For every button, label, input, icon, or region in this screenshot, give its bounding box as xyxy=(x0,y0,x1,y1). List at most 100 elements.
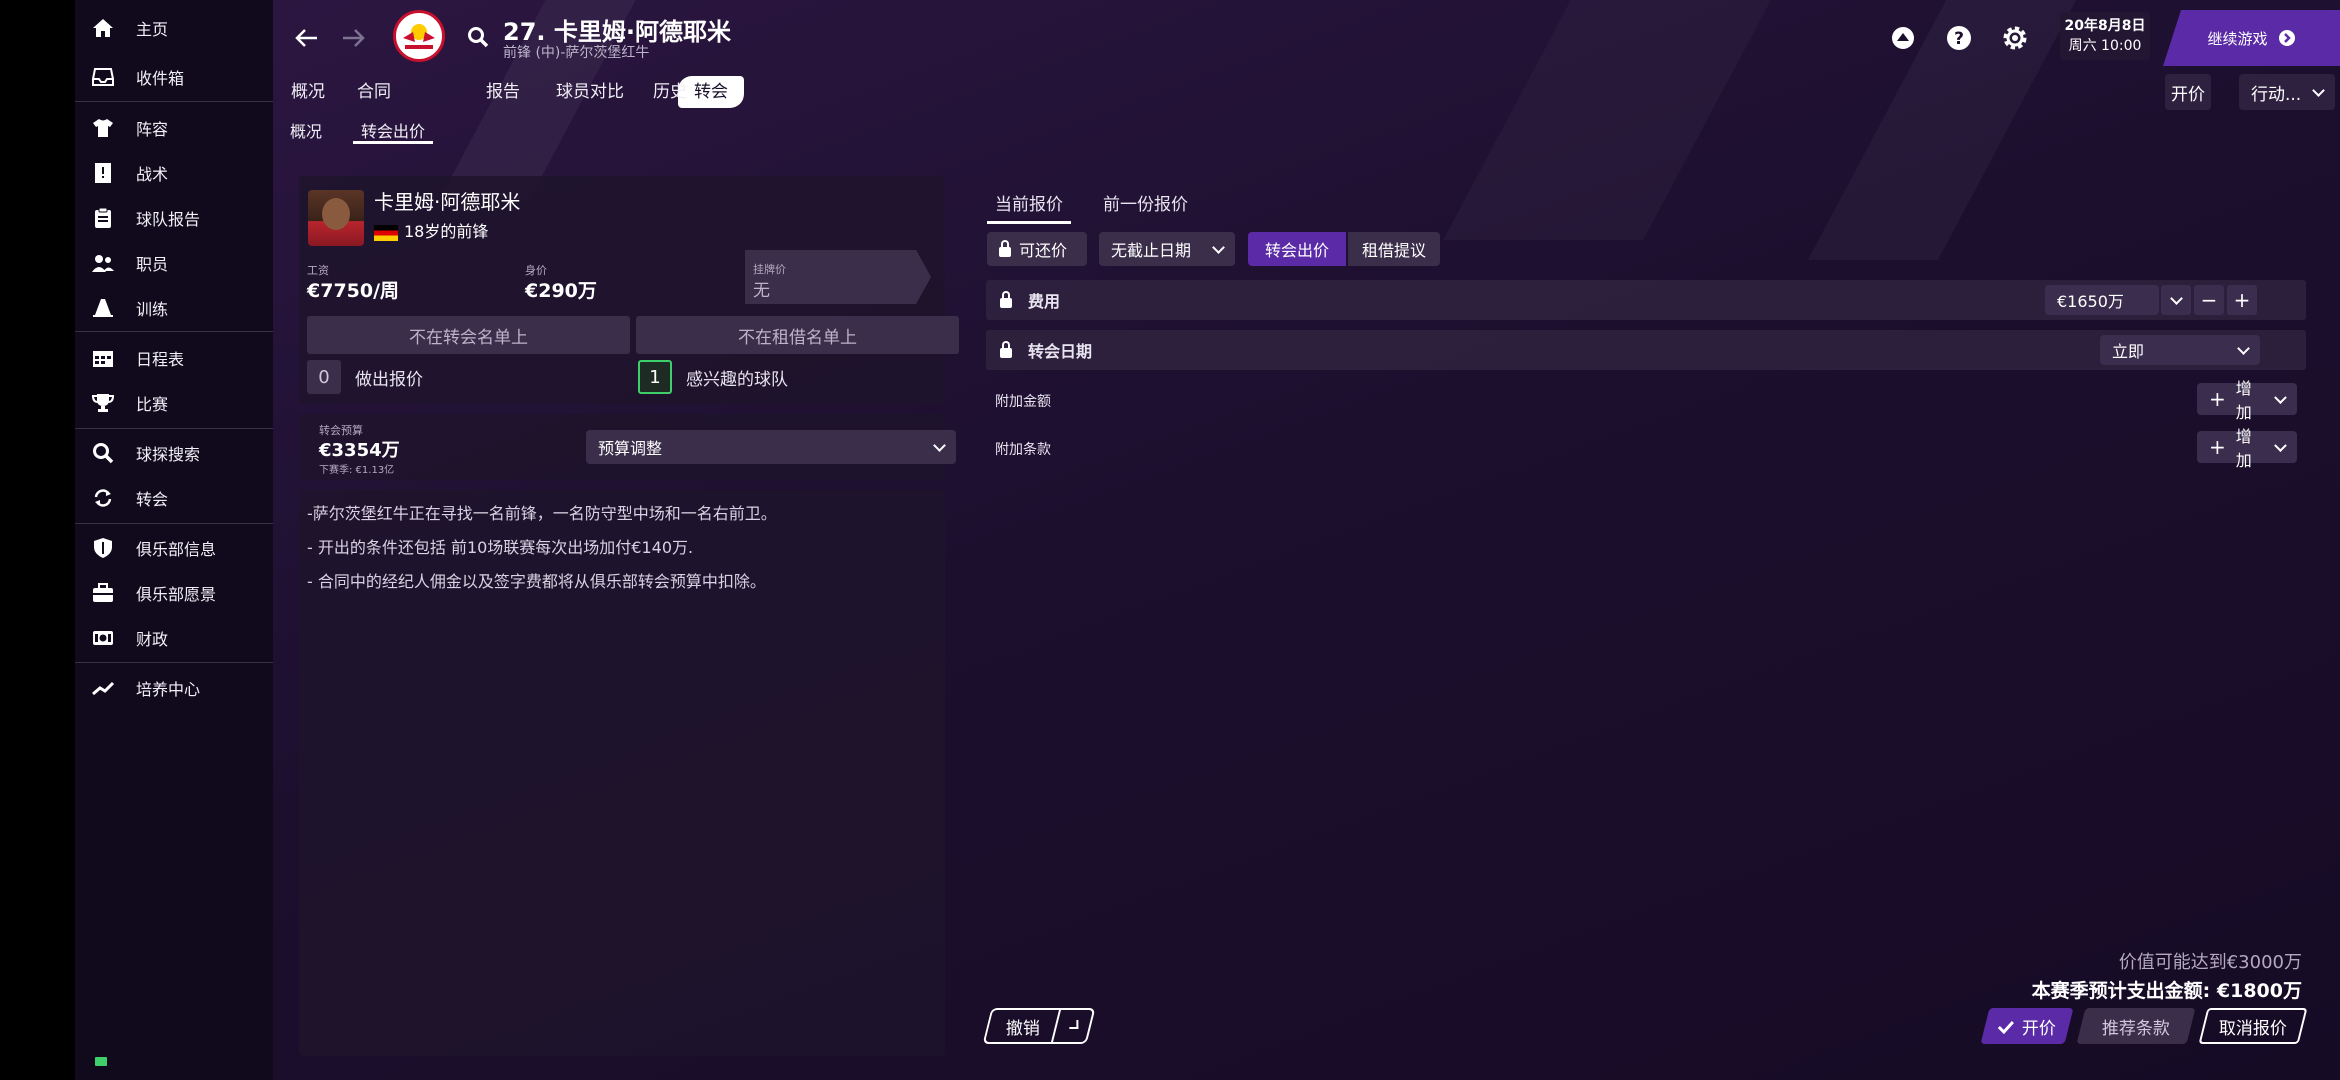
negotiable-label: 可还价 xyxy=(1019,241,1068,260)
fee-increase-button[interactable]: + xyxy=(2227,285,2257,315)
submit-offer-label: 开价 xyxy=(2022,1018,2056,1039)
decorative-stripe xyxy=(1443,0,1803,240)
chevron-down-icon xyxy=(1068,1019,1078,1029)
transfer-date-dropdown[interactable]: 立即 xyxy=(2100,335,2260,365)
tab-previous-offer[interactable]: 前一份报价 xyxy=(1095,190,1196,221)
subtab-transfer-offer[interactable]: 转会出价 xyxy=(353,118,434,144)
sidebar-label: 收件箱 xyxy=(136,69,185,88)
offer-type-transfer[interactable]: 转会出价 xyxy=(1248,232,1346,266)
main-area: 27. 卡里姆·阿德耶米 前锋 (中)-萨尔茨堡红牛 ? 20年8月8日 周六 … xyxy=(273,0,2340,1080)
add-clause-button-label: 增加 xyxy=(2235,427,2252,470)
fee-decrease-button[interactable]: − xyxy=(2194,285,2224,315)
tab-comparison[interactable]: 球员对比 xyxy=(556,76,624,108)
check-icon xyxy=(1998,1019,2014,1033)
tab-transfer[interactable]: 转会 xyxy=(678,76,744,108)
player-avatar[interactable] xyxy=(308,190,364,246)
subtab-overview[interactable]: 概况 xyxy=(290,118,322,144)
sidebar-divider xyxy=(75,428,273,429)
page-subtitle: 前锋 (中)-萨尔茨堡红牛 xyxy=(503,45,650,61)
tab-current-offer[interactable]: 当前报价 xyxy=(987,190,1071,224)
season-spend-text: 本赛季预计支出金额: €1800万 xyxy=(2031,980,2302,1002)
sidebar-item-club-vision[interactable]: 俱乐部愿景 xyxy=(75,571,273,615)
actions-label: 行动... xyxy=(2251,84,2302,105)
sidebar-label: 球队报告 xyxy=(136,210,201,229)
sidebar-item-staff[interactable]: 职员 xyxy=(75,241,273,285)
sidebar-item-schedule[interactable]: 日程表 xyxy=(75,336,273,380)
club-crest-icon[interactable] xyxy=(393,10,445,62)
calendar-icon xyxy=(88,343,118,373)
help-button[interactable]: ? xyxy=(1941,20,1977,56)
cancel-offer-button[interactable]: 取消报价 xyxy=(2198,1008,2308,1044)
search-icon xyxy=(468,27,489,48)
note-line: - 开出的条件还包括 前10场联赛每次出场加付€140万. xyxy=(307,538,694,557)
shield-icon xyxy=(88,533,118,563)
budget-adjust-label: 预算调整 xyxy=(598,439,663,458)
actions-dropdown[interactable]: 行动... xyxy=(2239,74,2335,110)
sidebar-item-home[interactable]: 主页 xyxy=(75,6,273,50)
money-icon xyxy=(88,623,118,653)
search-button[interactable] xyxy=(461,20,495,54)
club-badge-button[interactable] xyxy=(1885,20,1921,56)
asking-value: 无 xyxy=(753,281,770,301)
undo-button[interactable]: 撤销 xyxy=(982,1008,1062,1044)
search-icon xyxy=(88,438,118,468)
transfer-arrows-icon xyxy=(88,483,118,513)
transfer-list-status[interactable]: 不在转会名单上 xyxy=(307,316,630,354)
tab-reports[interactable]: 报告 xyxy=(486,76,520,108)
chevron-down-icon xyxy=(2237,341,2250,355)
sidebar-item-development-centre[interactable]: 培养中心 xyxy=(75,666,273,710)
sidebar-label: 财政 xyxy=(136,630,169,649)
asking-label: 挂牌价 xyxy=(753,263,786,276)
continue-arrow-icon xyxy=(2278,30,2295,46)
chevron-down-icon xyxy=(2169,291,2183,305)
continue-button[interactable]: 继续游戏 xyxy=(2163,10,2340,66)
sidebar-item-training[interactable]: 训练 xyxy=(75,286,273,330)
interested-clubs-count[interactable]: 1 xyxy=(638,360,672,394)
offer-type-loan[interactable]: 租借提议 xyxy=(1348,232,1440,266)
note-line: -萨尔茨堡红牛正在寻找一名前锋，一名防守型中场和一名右前卫。 xyxy=(307,504,777,523)
tab-overview[interactable]: 概况 xyxy=(291,76,325,108)
fee-dropdown-button[interactable] xyxy=(2161,285,2191,315)
budget-adjust-dropdown[interactable]: 预算调整 xyxy=(586,430,956,464)
loan-list-status[interactable]: 不在租借名单上 xyxy=(636,316,959,354)
sidebar-label: 职员 xyxy=(136,255,169,274)
sidebar-item-club-info[interactable]: 俱乐部信息 xyxy=(75,526,273,570)
fee-input[interactable]: €1650万 xyxy=(2045,285,2159,315)
deadline-dropdown[interactable]: 无截止日期 xyxy=(1099,232,1235,266)
question-icon: ? xyxy=(1947,26,1971,50)
add-fee-button-label: 增加 xyxy=(2235,379,2252,422)
forward-button[interactable] xyxy=(335,20,371,56)
settings-button[interactable] xyxy=(1997,20,2033,56)
sidebar-item-competitions[interactable]: 比赛 xyxy=(75,381,273,425)
bids-count: 0 xyxy=(307,360,341,394)
suggest-terms-button[interactable]: 推荐条款 xyxy=(2076,1008,2196,1044)
sidebar-divider xyxy=(75,662,273,663)
sidebar-item-finances[interactable]: 财政 xyxy=(75,616,273,660)
budget-next-season: 下赛季: €1.13亿 xyxy=(319,465,395,476)
negotiable-toggle[interactable]: 可还价 xyxy=(987,232,1087,266)
sidebar-item-team-report[interactable]: 球队报告 xyxy=(75,196,273,240)
chevron-down-icon xyxy=(933,438,946,452)
chevron-down-icon xyxy=(2274,390,2287,404)
back-button[interactable] xyxy=(289,20,325,56)
submit-offer-button[interactable]: 开价 xyxy=(1980,1008,2074,1044)
sidebar-label: 比赛 xyxy=(136,395,169,414)
sidebar-item-squad[interactable]: 阵容 xyxy=(75,106,273,150)
add-clause-button[interactable]: + 增加 xyxy=(2197,427,2297,470)
sidebar-item-scouting[interactable]: 球探搜索 xyxy=(75,431,273,475)
make-offer-button[interactable]: 开价 xyxy=(2165,74,2211,110)
value-value: €290万 xyxy=(525,280,597,302)
chevron-down-icon xyxy=(1212,240,1225,254)
lock-icon xyxy=(1000,290,1012,308)
sidebar-item-transfers[interactable]: 转会 xyxy=(75,476,273,520)
undo-dropdown-button[interactable] xyxy=(1050,1008,1096,1044)
sidebar-item-inbox[interactable]: 收件箱 xyxy=(75,55,273,99)
interested-clubs-label: 感兴趣的球队 xyxy=(686,370,788,390)
tab-contract[interactable]: 合同 xyxy=(357,76,391,108)
add-fee-button[interactable]: + 增加 xyxy=(2197,379,2297,422)
club-badge-icon xyxy=(1892,27,1914,49)
tab-history[interactable]: 历史 xyxy=(653,76,687,108)
sidebar-label: 俱乐部信息 xyxy=(136,540,217,559)
sidebar-item-tactics[interactable]: 战术 xyxy=(75,151,273,195)
chevron-down-icon xyxy=(2312,83,2325,97)
